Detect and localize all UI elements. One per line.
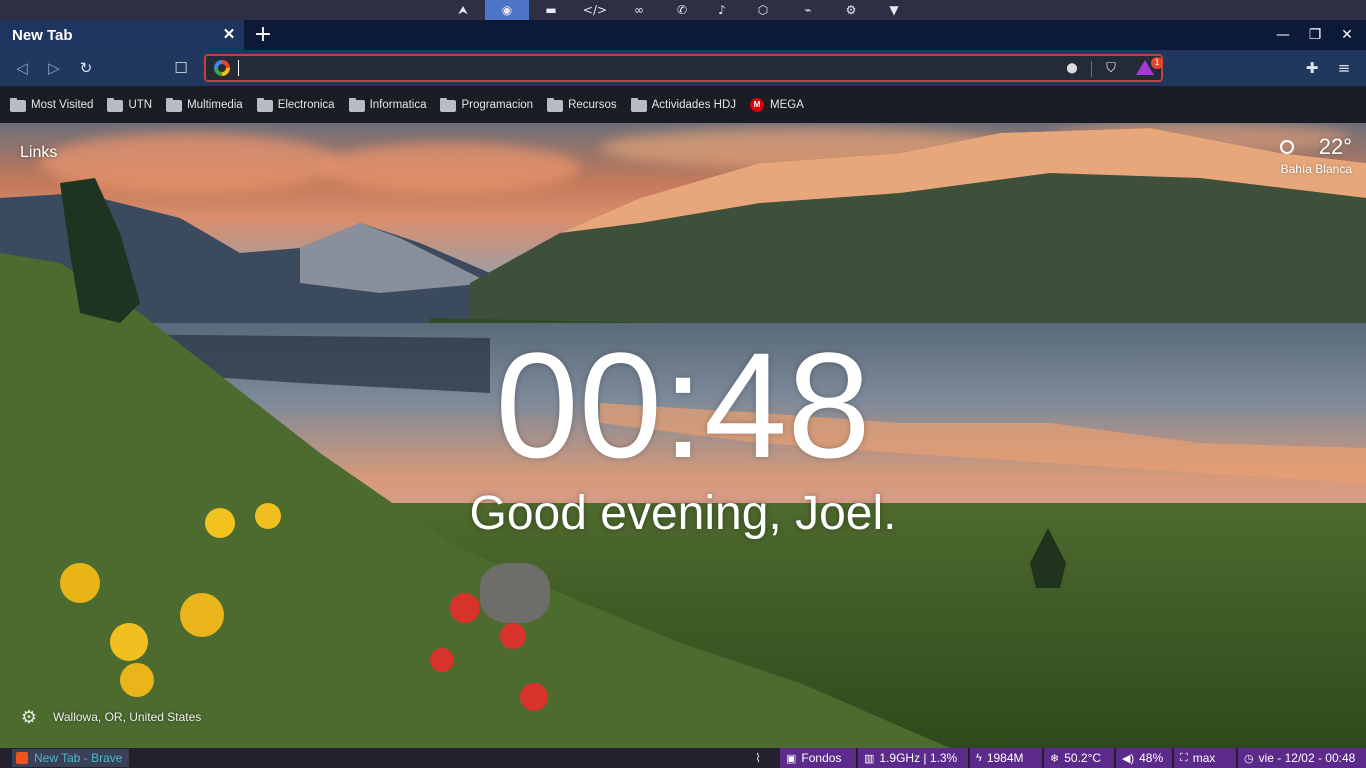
status-bar: New Tab - Brave ⌇ ▣ Fondos ▥ 1.9GHz | 1.… [0, 748, 1366, 768]
menu-icon[interactable]: ≡ [1333, 57, 1355, 79]
flower [520, 683, 548, 711]
mega-icon: M [750, 97, 765, 112]
tray-icon[interactable]: ⌇ [750, 750, 766, 766]
tab-new-tab[interactable]: New Tab ✕ [0, 20, 244, 50]
module-layout[interactable]: ⛶ max [1174, 748, 1236, 768]
sun-icon [1280, 140, 1294, 154]
url-input[interactable] [238, 58, 1038, 78]
brave-shields-icon[interactable]: ⛉ [1101, 59, 1121, 79]
bookmark-mega[interactable]: M MEGA [750, 97, 804, 112]
bookmark-informatica[interactable]: Informatica [348, 97, 426, 112]
flower [110, 623, 148, 661]
settings-gear-icon[interactable]: ⚙ [19, 708, 39, 728]
new-tab-button[interactable]: + [252, 23, 274, 47]
module-cpu[interactable]: ▥ 1.9GHz | 1.3% [858, 748, 968, 768]
folder-icon [107, 97, 124, 112]
location-pin-icon[interactable]: ⬤ [1062, 59, 1082, 79]
bookmark-multimedia[interactable]: Multimedia [166, 97, 243, 112]
dock-infinity-icon[interactable]: ∞ [617, 0, 661, 20]
flower [500, 623, 526, 649]
dock-firefox-icon[interactable]: ◉ [485, 0, 529, 20]
extensions-icon[interactable]: ✚ [1301, 57, 1323, 79]
module-volume[interactable]: ◀) 48% [1116, 748, 1172, 768]
bookmark-recursos[interactable]: Recursos [547, 97, 617, 112]
wallpaper-icon: ▣ [786, 752, 797, 765]
greeting: Good evening, Joel. [469, 487, 897, 540]
flower [450, 593, 480, 623]
flower [60, 563, 100, 603]
weather-city: Bahía Blanca [1280, 162, 1352, 176]
bookmarks-bar: Most Visited UTN Multimedia Electronica … [0, 86, 1366, 123]
brave-icon [16, 752, 28, 764]
weather-widget[interactable]: 22° Bahía Blanca [1272, 134, 1352, 176]
task-label: New Tab - Brave [34, 751, 123, 765]
volume-icon: ◀) [1122, 752, 1135, 765]
dock-whatsapp-icon[interactable]: ✆ [660, 0, 704, 20]
bookmark-programacion[interactable]: Programacion [440, 97, 533, 112]
reload-icon[interactable]: ↻ [75, 57, 97, 79]
tab-strip: New Tab ✕ + — ❐ ✕ [0, 20, 1366, 50]
lightning-icon: ϟ [976, 752, 982, 764]
dock-folder-icon[interactable]: ▬ [529, 0, 573, 20]
module-memory[interactable]: ϟ 1984M [970, 748, 1042, 768]
url-divider [1091, 61, 1092, 77]
folder-icon [440, 97, 457, 112]
bookmark-icon[interactable]: ☐ [170, 57, 192, 79]
tab-close-icon[interactable]: ✕ [220, 26, 238, 44]
bookmark-electronica[interactable]: Electronica [256, 97, 335, 112]
address-bar[interactable]: ⬤ ⛉ 1 [204, 54, 1163, 82]
flower [120, 663, 154, 697]
top-dock: ⮝ ◉ ▬ </> ∞ ✆ ♪ ⬡ ⌁ ⚙ ▼ [0, 0, 1366, 20]
tab-title: New Tab [12, 26, 73, 44]
module-wallpapers[interactable]: ▣ Fondos [780, 748, 856, 768]
folder-icon [630, 97, 647, 112]
dock-code-icon[interactable]: </> [573, 0, 617, 20]
dock-plug-icon[interactable]: ⌁ [786, 0, 830, 20]
cpu-chart-icon: ▥ [864, 752, 875, 765]
rewards-badge: 1 [1151, 57, 1163, 69]
snowflake-icon: ❄ [1050, 752, 1060, 765]
flower [430, 648, 454, 672]
browser-toolbar: ◁ ▷ ↻ ☐ ⬤ ⛉ 1 ✚ ≡ [0, 50, 1366, 86]
dock-cube-icon[interactable]: ⬡ [741, 0, 785, 20]
folder-icon [348, 97, 365, 112]
taskbar-window-brave[interactable]: New Tab - Brave [12, 749, 129, 767]
links-button[interactable]: Links [20, 144, 57, 162]
back-icon[interactable]: ◁ [11, 57, 33, 79]
bookmark-most-visited[interactable]: Most Visited [10, 97, 93, 112]
flower [180, 593, 224, 637]
forward-icon[interactable]: ▷ [43, 57, 65, 79]
folder-icon [256, 97, 273, 112]
dock-brave-icon[interactable]: ▼ [872, 0, 916, 20]
folder-icon [166, 97, 183, 112]
flower [205, 508, 235, 538]
text-caret [238, 60, 239, 76]
calendar-clock-icon: ◷ [1244, 752, 1254, 765]
clock: 00:48 [495, 321, 871, 489]
google-icon [214, 60, 230, 76]
restore-icon[interactable]: ❐ [1304, 24, 1326, 46]
rock [480, 563, 550, 623]
flower [255, 503, 281, 529]
folder-icon [10, 97, 26, 112]
folder-icon [547, 97, 564, 112]
bookmark-utn[interactable]: UTN [107, 97, 152, 112]
module-date[interactable]: ◷ vie - 12/02 - 00:48 [1238, 748, 1366, 768]
module-temperature[interactable]: ❄ 50.2°C [1044, 748, 1114, 768]
dock-gear-icon[interactable]: ⚙ [829, 0, 873, 20]
minimize-icon[interactable]: — [1272, 24, 1294, 46]
bookmark-actividades-hdj[interactable]: Actividades HDJ [630, 97, 736, 112]
dock-music-icon[interactable]: ♪ [700, 0, 744, 20]
dock-arrow-icon[interactable]: ⮝ [441, 0, 485, 20]
maximize-icon: ⛶ [1180, 751, 1188, 764]
window-close-icon[interactable]: ✕ [1336, 24, 1358, 46]
photo-location[interactable]: Wallowa, OR, United States [53, 710, 201, 724]
